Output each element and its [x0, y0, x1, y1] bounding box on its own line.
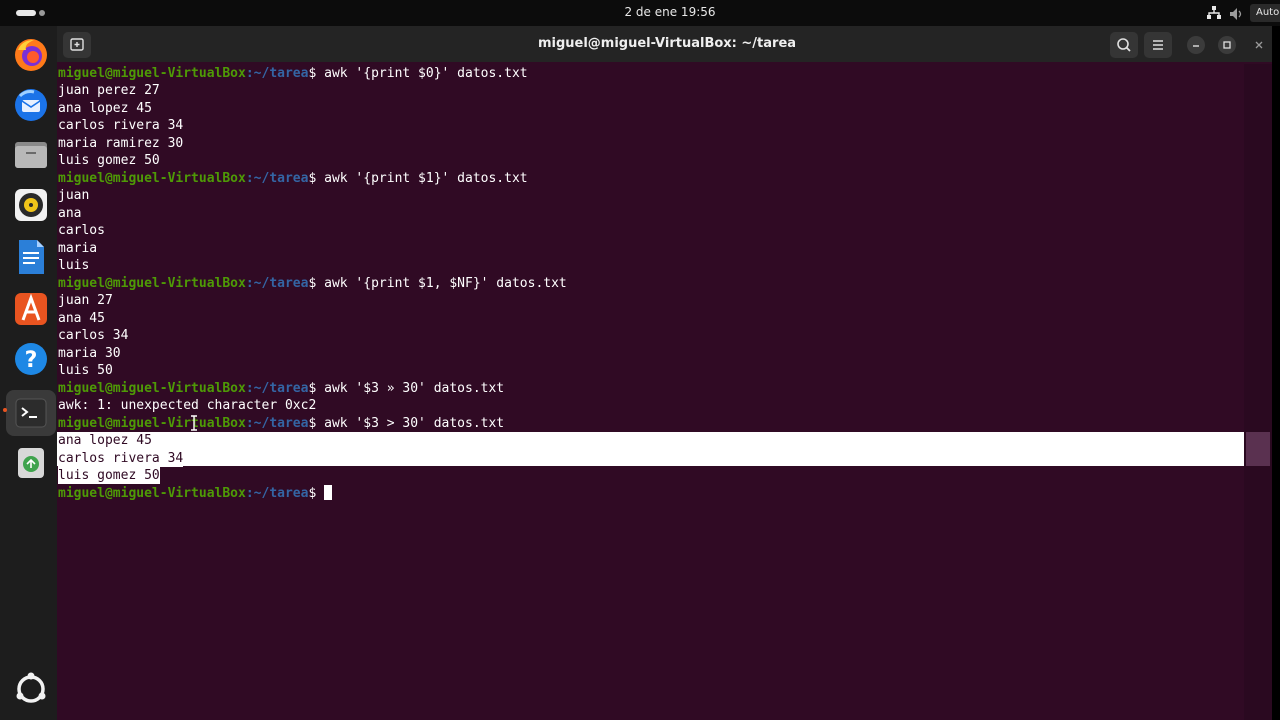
firefox-icon[interactable]: [12, 36, 50, 74]
output-line: luis gomez 50: [58, 153, 160, 168]
svg-text:?: ?: [25, 348, 38, 373]
prompt-user: miguel@miguel-VirtualBox: [58, 171, 246, 186]
error-line: awk: 1: unexpected character 0xc2: [58, 398, 317, 413]
prompt-sign: $: [308, 381, 325, 396]
scrollbar-thumb[interactable]: [1246, 432, 1270, 466]
output-line: carlos 34: [58, 328, 129, 343]
output-line: carlos rivera 34: [58, 118, 184, 133]
trash-icon[interactable]: [12, 444, 50, 482]
running-indicator: [3, 408, 7, 412]
selected-output-line: ana lopez 45: [58, 432, 152, 449]
output-line: maria 30: [58, 346, 121, 361]
app-center-icon[interactable]: [12, 290, 50, 328]
prompt-user: miguel@miguel-VirtualBox: [58, 416, 246, 431]
workspace-indicator: [39, 10, 45, 16]
dock: ?: [0, 26, 60, 720]
output-line: luis 50: [58, 363, 113, 378]
output-line: juan 27: [58, 293, 113, 308]
selection-highlight: [57, 432, 1244, 466]
menu-button[interactable]: [1144, 32, 1172, 58]
volume-muted-icon[interactable]: [1229, 6, 1243, 20]
prompt-line: miguel@miguel-VirtualBox:~/tarea$ awk '$…: [58, 380, 504, 397]
activities-button[interactable]: [16, 9, 45, 17]
mouse-ibeam-cursor-icon: [190, 415, 198, 431]
window-headerbar[interactable]: miguel@miguel-VirtualBox: ~/tarea: [57, 26, 1272, 62]
prompt-line: miguel@miguel-VirtualBox:~/tarea$ awk '{…: [58, 275, 567, 292]
prompt-sign: $: [308, 66, 325, 81]
clock[interactable]: 2 de ene 19:56: [600, 5, 740, 19]
window-title: miguel@miguel-VirtualBox: ~/tarea: [537, 36, 797, 51]
output-line: juan perez 27: [58, 83, 160, 98]
prompt-path: :~/tarea: [245, 171, 309, 186]
command-text: awk '$3 » 30' datos.txt: [324, 381, 505, 396]
text-cursor: [324, 485, 333, 500]
prompt-user: miguel@miguel-VirtualBox: [58, 381, 246, 396]
rhythmbox-icon[interactable]: [12, 186, 50, 224]
prompt-sign: $: [308, 171, 325, 186]
workspace-indicator-active: [16, 10, 36, 16]
command-text: awk '$3 > 30' datos.txt: [324, 416, 505, 431]
scrollbar[interactable]: [1244, 64, 1272, 720]
prompt-line: miguel@miguel-VirtualBox:~/tarea$ awk '$…: [58, 415, 504, 432]
prompt-path: :~/tarea: [245, 276, 309, 291]
output-line: luis: [58, 258, 90, 273]
command-text: awk '{print $1}' datos.txt: [324, 171, 528, 186]
prompt-sign: $: [308, 486, 325, 501]
prompt-sign: $: [308, 416, 325, 431]
output-line: carlos: [58, 223, 105, 238]
show-apps-icon[interactable]: [12, 670, 50, 708]
thunderbird-icon[interactable]: [12, 86, 50, 124]
keyboard-layout-indicator[interactable]: Auto: [1250, 4, 1280, 22]
prompt-user: miguel@miguel-VirtualBox: [58, 486, 246, 501]
output-line: juan: [58, 188, 90, 203]
prompt-line: miguel@miguel-VirtualBox:~/tarea$ awk '{…: [58, 65, 528, 82]
command-text: awk '{print $1, $NF}' datos.txt: [324, 276, 567, 291]
top-bar: 2 de ene 19:56 Auto: [0, 0, 1280, 26]
terminal-icon[interactable]: [12, 394, 50, 432]
prompt-path: :~/tarea: [245, 416, 309, 431]
output-line: maria ramirez 30: [58, 136, 184, 151]
new-tab-button[interactable]: [63, 32, 91, 58]
output-line: ana lopez 45: [58, 101, 152, 116]
prompt-line: miguel@miguel-VirtualBox:~/tarea$: [58, 485, 333, 502]
prompt-sign: $: [308, 276, 325, 291]
output-line: ana: [58, 206, 82, 221]
terminal-window: miguel@miguel-VirtualBox: ~/tarea miguel…: [57, 26, 1272, 720]
terminal-output[interactable]: miguel@miguel-VirtualBox:~/tarea$ awk '{…: [57, 64, 1244, 720]
network-icon[interactable]: [1207, 5, 1221, 19]
selected-output-line: luis gomez 50: [58, 467, 160, 484]
minimize-button[interactable]: [1187, 36, 1205, 54]
output-line: maria: [58, 241, 98, 256]
output-line: ana 45: [58, 311, 105, 326]
prompt-path: :~/tarea: [245, 486, 309, 501]
prompt-path: :~/tarea: [245, 381, 309, 396]
prompt-user: miguel@miguel-VirtualBox: [58, 66, 246, 81]
close-button[interactable]: [1250, 36, 1268, 54]
command-text: awk '{print $0}' datos.txt: [324, 66, 528, 81]
prompt-path: :~/tarea: [245, 66, 309, 81]
writer-icon[interactable]: [12, 238, 50, 276]
files-icon[interactable]: [12, 136, 50, 174]
prompt-line: miguel@miguel-VirtualBox:~/tarea$ awk '{…: [58, 170, 528, 187]
selected-output-line: carlos rivera 34: [58, 450, 184, 467]
maximize-button[interactable]: [1218, 36, 1236, 54]
search-button[interactable]: [1110, 32, 1138, 58]
prompt-user: miguel@miguel-VirtualBox: [58, 276, 246, 291]
help-icon[interactable]: ?: [12, 340, 50, 378]
